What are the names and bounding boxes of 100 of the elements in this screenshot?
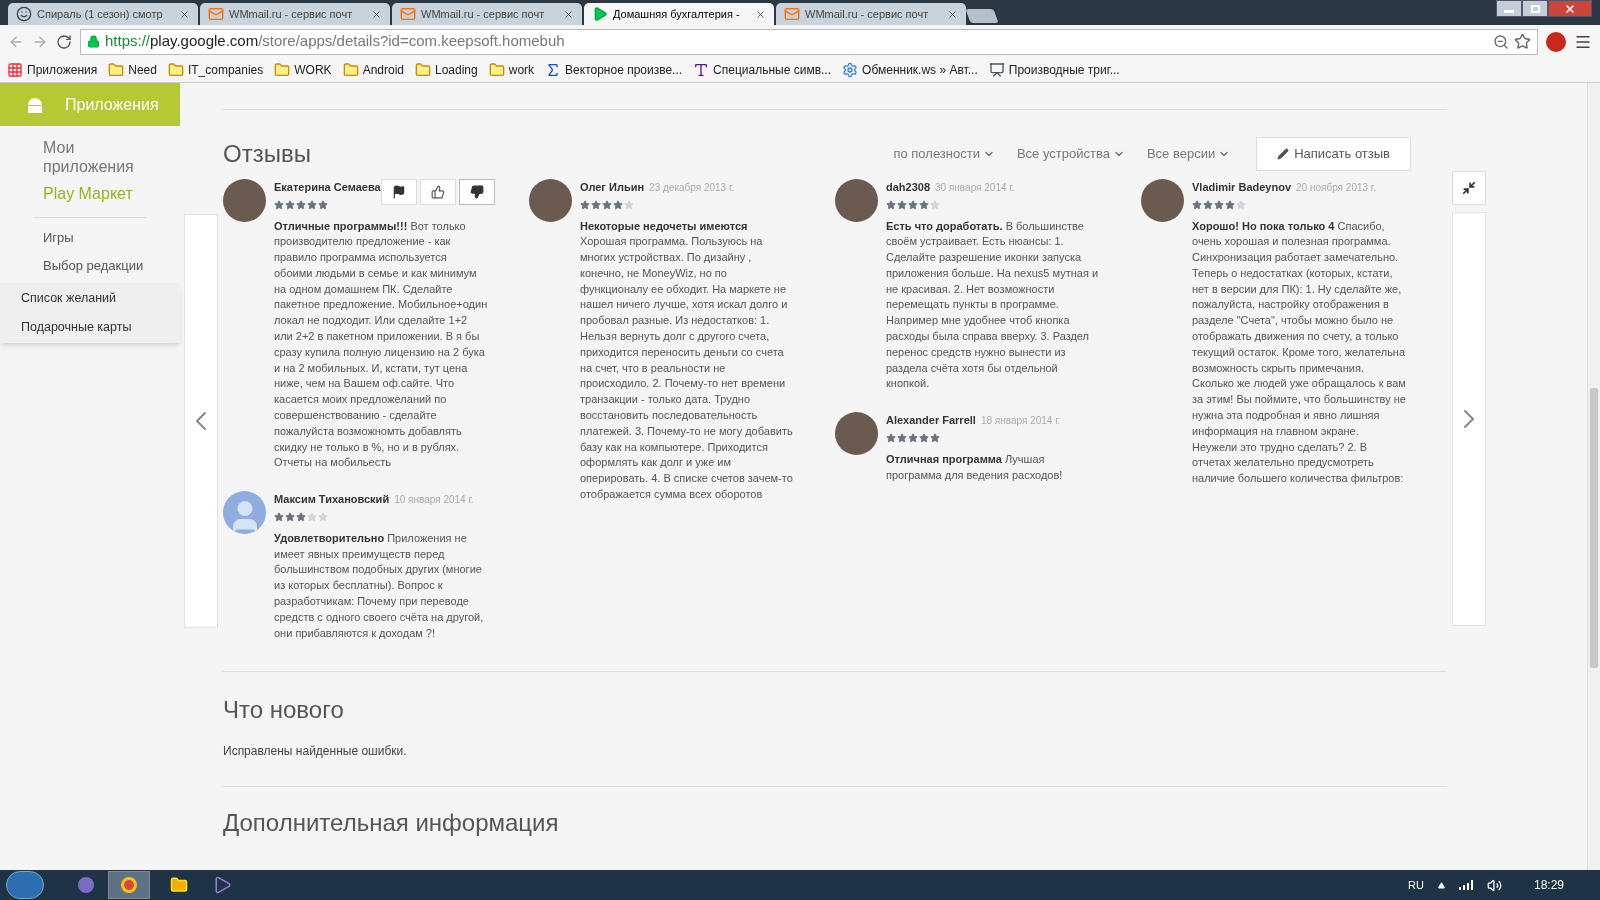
signal-icon[interactable] [1458, 880, 1473, 890]
star-icon [318, 511, 328, 522]
avatar-photo-placeholder [835, 179, 878, 222]
whats-new-text: Исправлены найденные ошибки. [223, 743, 408, 761]
grid-icon [7, 62, 23, 78]
author-name[interactable]: Екатерина Семаева [274, 179, 381, 196]
star-icon [307, 511, 317, 522]
star-icon [930, 432, 940, 443]
review-text: Хорошо! Но пока только 4 Спасибо, очень хорошая и полезная программа. Синхронизация работает замечательно. Теперь о недостатках (которых, кстати, нет в версии для ПК): 1. Ну сделайте же, пожалуйста, настройку отображения в разделе "Счета", чтобы можно было не отображать движения по счету, а только текущий остаток. Кроме того, желательна возможность скрыть примечания. Сколько же людей уже обращалось к вам за этим! Вы поймите, что большинству не нужна эта подробная и явно лишняя информация на главном экране. Неужели это трудно сделать? 2. В отчетах желательно предусмотреть наличие большего количества фильтров: [1192, 218, 1406, 487]
star-icon [897, 432, 907, 443]
bookmark-item[interactable]: Android [342, 61, 404, 79]
new-tab-button[interactable] [965, 9, 999, 23]
bookmark-item[interactable]: WORK [274, 61, 332, 79]
thumbs-up-icon [430, 185, 445, 199]
mail-icon [400, 6, 416, 22]
thumbs-up-button[interactable] [419, 179, 456, 205]
close-icon[interactable] [179, 8, 190, 20]
menu-item[interactable]: Список желаний [21, 289, 159, 308]
star-icon [274, 511, 284, 522]
bookmark-item[interactable]: Векторное произве... [545, 61, 683, 79]
minimize-button[interactable] [1496, 0, 1522, 17]
orb-icon[interactable] [78, 877, 94, 893]
author-name[interactable]: Олег Ильин [580, 179, 645, 196]
lock-icon [87, 35, 100, 48]
star-icon [1203, 199, 1213, 210]
star-icon [1214, 199, 1224, 210]
star-icon [274, 199, 284, 210]
browser-tab[interactable]: Домашняя бухгалтерия - [584, 3, 774, 25]
bookmark-star-icon[interactable] [1514, 33, 1531, 50]
star-icon [307, 199, 317, 210]
folder-icon [342, 62, 359, 78]
bookmark-item[interactable]: Производные триг... [988, 61, 1120, 79]
bookmark-item[interactable]: work [488, 61, 535, 79]
browser-tab[interactable]: Спираль (1 сезон) смотр [8, 3, 198, 25]
board-icon [988, 62, 1005, 78]
language-indicator[interactable]: RU [1408, 876, 1424, 894]
clock[interactable]: 18:29 [1533, 876, 1564, 894]
bookmark-item[interactable]: Специальные симв... [693, 61, 832, 79]
star-icon [1225, 199, 1235, 210]
review-date: 30 января 2014 г. [935, 181, 1015, 195]
bookmark-item[interactable]: Need [108, 61, 157, 79]
sidebar-item[interactable]: Выбор редакции [43, 255, 180, 275]
star-icon [1236, 199, 1246, 210]
tab-title: WMmail.ru - сервис почт [421, 6, 546, 22]
review-text: Удовлетворительно Приложения не имеет явных преимуществ перед большинством подобных других (многие из которых бесплатны). Вопрос к разработчикам: Почему при переводе средств с одного своего счёта на другой, они прибавляются к доходам ?! [274, 530, 485, 641]
star-icon [296, 511, 306, 522]
browser-tab[interactable]: WMmail.ru - сервис почт [776, 3, 966, 25]
folder-icon[interactable] [170, 876, 188, 894]
review-text: Отличные программы!!! Вот только производителю предложение - как правило программа используется обоими людьми в семье и как минимум на одном домашнем ПК. Сделайте пакетное предложение. Мобильное+один локал не подходит. Или сделайте 1+2 или 2+2 в пакетном приложении. В я бы сразу купила полную лицензию на 2 бука и на 2 мобильных. И, кстати, тут цена ниже, чем на Вашем оф.сайте. Что касается моих предложеланий по совершенствованию - сделайте пожалуйста возможномть добавлять скидку не только в %, но и в рублях. Отчеты на мобильесть [274, 218, 488, 471]
avatar-photo-placeholder [1141, 179, 1184, 222]
filter-dropdown[interactable]: по полезности [893, 144, 995, 164]
letter-icon [693, 62, 710, 78]
sidebar-item[interactable]: Игры [43, 228, 180, 248]
volume-icon[interactable] [1486, 877, 1502, 893]
reload-icon[interactable] [56, 33, 72, 50]
star-icon [908, 199, 918, 210]
close-icon[interactable] [947, 8, 958, 20]
tray-arrow-icon[interactable] [1437, 881, 1445, 889]
menu-item[interactable]: Подарочные карты [21, 317, 159, 337]
author-name[interactable]: Максим Тихановский [274, 491, 390, 508]
write-review-button[interactable]: Написать отзыв [1256, 137, 1411, 171]
zoom-icon[interactable] [1493, 33, 1509, 50]
tab-title: Домашняя бухгалтерия - [613, 6, 741, 22]
bookmark-item[interactable]: IT_companies [167, 61, 264, 79]
star-icon [886, 432, 896, 443]
thumbs-down-button[interactable] [458, 179, 495, 205]
close-window-button[interactable] [1548, 0, 1592, 17]
tab-title: WMmail.ru - сервис почт [805, 6, 930, 22]
star-icon [897, 199, 907, 210]
browser-tab[interactable]: WMmail.ru - сервис почт [392, 3, 582, 25]
sidebar-item[interactable]: Мои приложения [43, 138, 143, 176]
scrollbar[interactable] [1587, 83, 1600, 870]
tab-title: Спираль (1 сезон) смотр [37, 6, 164, 22]
maximize-button[interactable] [1522, 0, 1548, 17]
section-title: Дополнительная информация [223, 808, 560, 839]
collapse-button[interactable] [1452, 171, 1486, 205]
play-icon [592, 6, 608, 22]
bookmark-item[interactable]: Приложения [7, 61, 98, 79]
flag-button[interactable] [380, 179, 417, 205]
close-icon[interactable] [563, 8, 574, 20]
avatar-photo-placeholder [529, 179, 572, 222]
flag-icon [391, 185, 406, 199]
start-button[interactable] [6, 871, 44, 899]
author-name[interactable]: dah2308 [886, 179, 931, 196]
bookmark-item[interactable]: Loading [415, 61, 478, 79]
filter-dropdown[interactable]: Все устройства [1016, 144, 1125, 164]
browser-tab[interactable]: WMmail.ru - сервис почт [200, 3, 390, 25]
star-icon [930, 199, 940, 210]
author-name[interactable]: Alexander Farrell [886, 412, 976, 429]
star-icon [602, 199, 612, 210]
browser-taskbar-button[interactable] [108, 871, 150, 899]
close-icon[interactable] [371, 8, 382, 20]
review-date: 23 декабря 2013 г. [649, 181, 735, 195]
folder-icon [274, 62, 291, 78]
filter-dropdown[interactable]: Все версии [1146, 144, 1231, 164]
bookmark-item[interactable]: Обменник.ws » Авт... [842, 61, 978, 79]
address-bar[interactable]: https://play.google.com/store/apps/details?id=com.keepsoft.homebuh [80, 28, 1538, 55]
star-icon [908, 432, 918, 443]
close-icon[interactable] [755, 8, 766, 20]
author-name[interactable]: Vladimir Badeynov [1192, 179, 1292, 196]
